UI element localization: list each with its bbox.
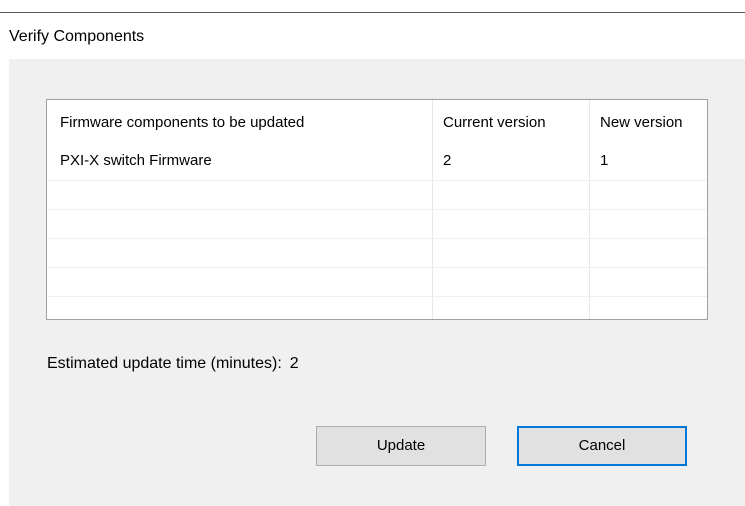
empty-cell (47, 239, 432, 267)
component-name-cell: PXI-X switch Firmware (60, 152, 212, 169)
empty-cell (589, 210, 707, 238)
update-button[interactable]: Update (316, 426, 486, 466)
current-version-cell: 2 (432, 152, 589, 180)
empty-cell (432, 239, 589, 267)
table-row[interactable]: PXI-X switch Firmware 2 1 (47, 152, 707, 181)
list-header-row: Firmware components to be updated Curren… (47, 100, 707, 152)
empty-cell (589, 297, 707, 319)
dialog-title: Verify Components (9, 28, 145, 45)
cancel-button[interactable]: Cancel (517, 426, 687, 466)
table-row-empty (47, 268, 707, 297)
empty-cell (432, 268, 589, 296)
dialog-titlebar: Verify Components (0, 13, 745, 59)
estimate-label: Estimated update time (minutes): (47, 355, 282, 372)
empty-cell (47, 210, 432, 238)
table-row-empty (47, 239, 707, 268)
empty-cell (432, 181, 589, 209)
new-version-cell: 1 (589, 152, 707, 180)
column-header-current-version[interactable]: Current version (432, 100, 589, 152)
verify-components-dialog: Verify Components Firmware components to… (0, 13, 745, 506)
table-row-empty (47, 181, 707, 210)
table-row-empty (47, 210, 707, 239)
empty-cell (589, 239, 707, 267)
empty-cell (47, 297, 432, 319)
estimate-value: 2 (289, 355, 299, 372)
empty-cell (47, 268, 432, 296)
empty-cell (432, 210, 589, 238)
estimated-update-time: Estimated update time (minutes): 2 (47, 355, 299, 373)
firmware-components-list[interactable]: Firmware components to be updated Curren… (46, 99, 708, 320)
empty-cell (589, 181, 707, 209)
empty-cell (47, 181, 432, 209)
empty-cell (432, 297, 589, 319)
table-row-empty (47, 297, 707, 319)
empty-cell (589, 268, 707, 296)
column-header-component[interactable]: Firmware components to be updated (47, 100, 432, 152)
column-header-new-version[interactable]: New version (589, 100, 707, 152)
dialog-client-area: Firmware components to be updated Curren… (9, 59, 745, 506)
